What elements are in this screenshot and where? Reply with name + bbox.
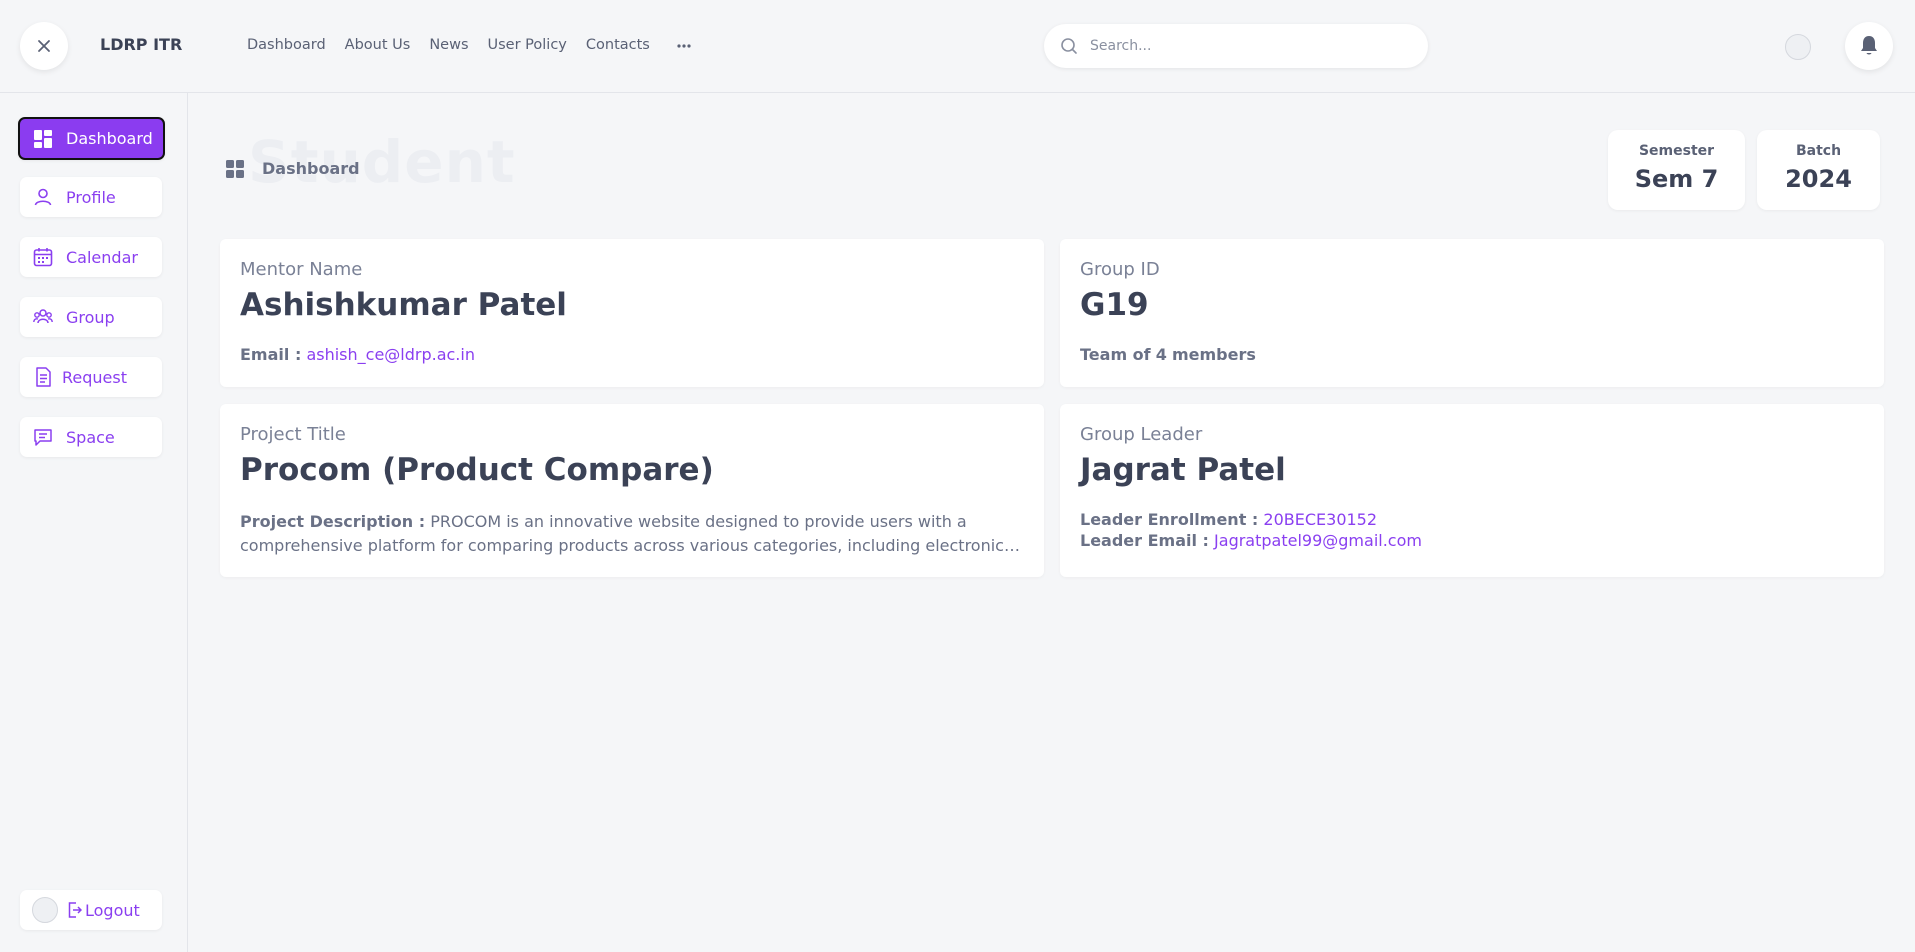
sidebar-item-calendar[interactable]: Calendar <box>20 237 162 277</box>
card-value: Jagrat Patel <box>1080 452 1286 488</box>
nav-user-policy[interactable]: User Policy <box>488 37 567 55</box>
bell-icon <box>1861 36 1877 55</box>
card-value: Ashishkumar Patel <box>240 287 567 323</box>
user-avatar-small <box>32 897 58 923</box>
more-menu-button[interactable] <box>677 37 691 55</box>
enrollment-label: Leader Enrollment : <box>1080 510 1259 529</box>
group-card: Group ID G19 Team of 4 members <box>1060 239 1884 387</box>
more-dots-icon <box>677 44 691 48</box>
sidebar-item-label: Calendar <box>66 247 138 267</box>
nav-news[interactable]: News <box>429 37 468 55</box>
project-description: Project Description : PROCOM is an innov… <box>240 510 1024 558</box>
enrollment-value: 20BECE30152 <box>1263 510 1378 529</box>
team-suffix: members <box>1171 345 1256 364</box>
stat-value: 2024 <box>1785 165 1852 193</box>
team-count: 4 <box>1155 345 1167 364</box>
project-card: Project Title Procom (Product Compare) P… <box>220 404 1044 577</box>
card-value: Procom (Product Compare) <box>240 452 714 488</box>
stat-label: Batch <box>1795 143 1842 159</box>
logout-label: Logout <box>85 900 140 920</box>
card-value: G19 <box>1080 287 1149 323</box>
leader-enrollment-line: Leader Enrollment : 20BECE30152 <box>1080 510 1864 529</box>
sidebar-item-group[interactable]: Group <box>20 297 162 337</box>
sidebar-item-dashboard[interactable]: Dashboard <box>18 117 165 160</box>
team-prefix: Team of <box>1080 345 1151 364</box>
card-key: Mentor Name <box>240 259 363 280</box>
mentor-email-link[interactable]: ashish_ce@ldrp.ac.in <box>306 345 475 364</box>
description-label: Project Description : <box>240 512 426 531</box>
top-header: LDRP ITR Dashboard About Us News User Po… <box>0 0 1915 93</box>
card-key: Project Title <box>240 424 346 445</box>
card-key: Group ID <box>1080 259 1160 280</box>
sidebar-item-label: Group <box>66 307 115 327</box>
leader-email-label: Leader Email : <box>1080 531 1209 550</box>
sidebar-item-request[interactable]: Request <box>20 357 162 397</box>
sidebar: Dashboard Profile Calendar Group Request… <box>0 93 188 952</box>
close-menu-button[interactable] <box>20 22 68 70</box>
sidebar-item-label: Space <box>66 427 115 447</box>
leader-email-link[interactable]: Jagratpatel99@gmail.com <box>1214 531 1422 550</box>
leader-email-line: Leader Email : Jagratpatel99@gmail.com <box>1080 531 1864 550</box>
sidebar-item-label: Dashboard <box>66 129 153 148</box>
calendar-icon <box>33 247 53 267</box>
top-nav: Dashboard About Us News User Policy Cont… <box>247 37 691 55</box>
email-label: Email : <box>240 345 302 364</box>
mentor-email-line: Email : ashish_ce@ldrp.ac.in <box>240 345 1024 364</box>
leader-card: Group Leader Jagrat Patel Leader Enrollm… <box>1060 404 1884 577</box>
nav-about-us[interactable]: About Us <box>345 37 411 55</box>
nav-contacts[interactable]: Contacts <box>586 37 650 55</box>
user-icon <box>33 187 53 207</box>
breadcrumb-label: Dashboard <box>262 159 360 178</box>
notifications-button[interactable] <box>1845 22 1893 70</box>
chat-icon <box>33 427 53 447</box>
sidebar-item-label: Profile <box>66 187 116 207</box>
search-input[interactable] <box>1090 38 1390 54</box>
mentor-card: Mentor Name Ashishkumar Patel Email : as… <box>220 239 1044 387</box>
user-avatar[interactable] <box>1785 34 1811 60</box>
group-icon <box>33 307 53 327</box>
document-icon <box>33 367 53 387</box>
logout-icon <box>68 902 82 918</box>
brand-name[interactable]: LDRP ITR <box>100 35 182 54</box>
grid-icon <box>226 159 244 178</box>
logout-button[interactable]: Logout <box>20 890 162 930</box>
stat-value: Sem 7 <box>1634 165 1719 193</box>
search-bar <box>1044 24 1428 68</box>
sidebar-item-label: Request <box>62 367 127 387</box>
stat-label: Semester <box>1638 143 1715 159</box>
close-icon <box>38 40 50 52</box>
sidebar-item-profile[interactable]: Profile <box>20 177 162 217</box>
team-size-line: Team of 4 members <box>1080 345 1864 364</box>
search-icon <box>1061 38 1077 54</box>
grid-icon <box>33 129 53 149</box>
sidebar-item-space[interactable]: Space <box>20 417 162 457</box>
breadcrumb: Dashboard <box>226 159 360 178</box>
nav-dashboard[interactable]: Dashboard <box>247 37 326 55</box>
semester-stat: Semester Sem 7 <box>1608 130 1745 210</box>
batch-stat: Batch 2024 <box>1757 130 1880 210</box>
card-key: Group Leader <box>1080 424 1203 445</box>
